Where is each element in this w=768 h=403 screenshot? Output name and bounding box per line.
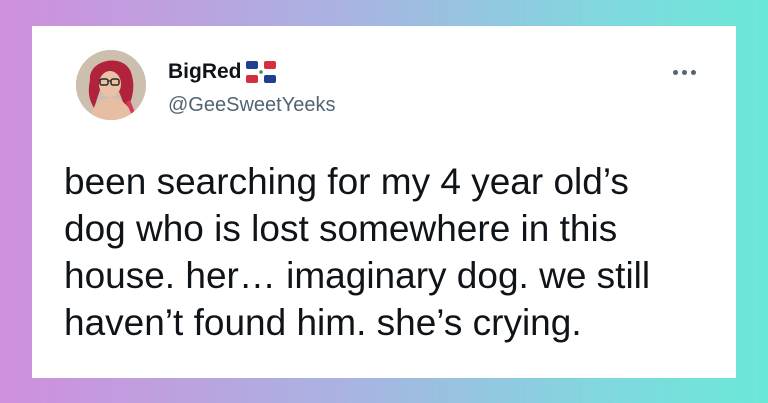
tweet-text-line: been searching for my 4 year old’s (64, 161, 629, 202)
tweet-text-line: dog who is lost somewhere in this (64, 208, 618, 249)
avatar-photo (76, 50, 146, 120)
display-name-row[interactable]: BigRed (168, 58, 276, 86)
more-horizontal-icon (673, 70, 678, 75)
tweet-text: been searching for my 4 year old’s dog w… (64, 158, 724, 346)
avatar[interactable] (76, 50, 146, 120)
more-options-button[interactable] (669, 66, 700, 79)
more-horizontal-icon (682, 70, 687, 75)
tweet-text-line: house. her… imaginary dog. we still (64, 255, 651, 296)
display-name[interactable]: BigRed (168, 58, 242, 86)
tweet-card: BigRed @GeeSweetYeeks been searching for… (32, 26, 736, 378)
flag-dominican-republic-icon (245, 61, 276, 83)
more-horizontal-icon (691, 70, 696, 75)
user-handle[interactable]: @GeeSweetYeeks (168, 92, 335, 118)
tweet-text-line: haven’t found him. she’s crying. (64, 302, 582, 343)
